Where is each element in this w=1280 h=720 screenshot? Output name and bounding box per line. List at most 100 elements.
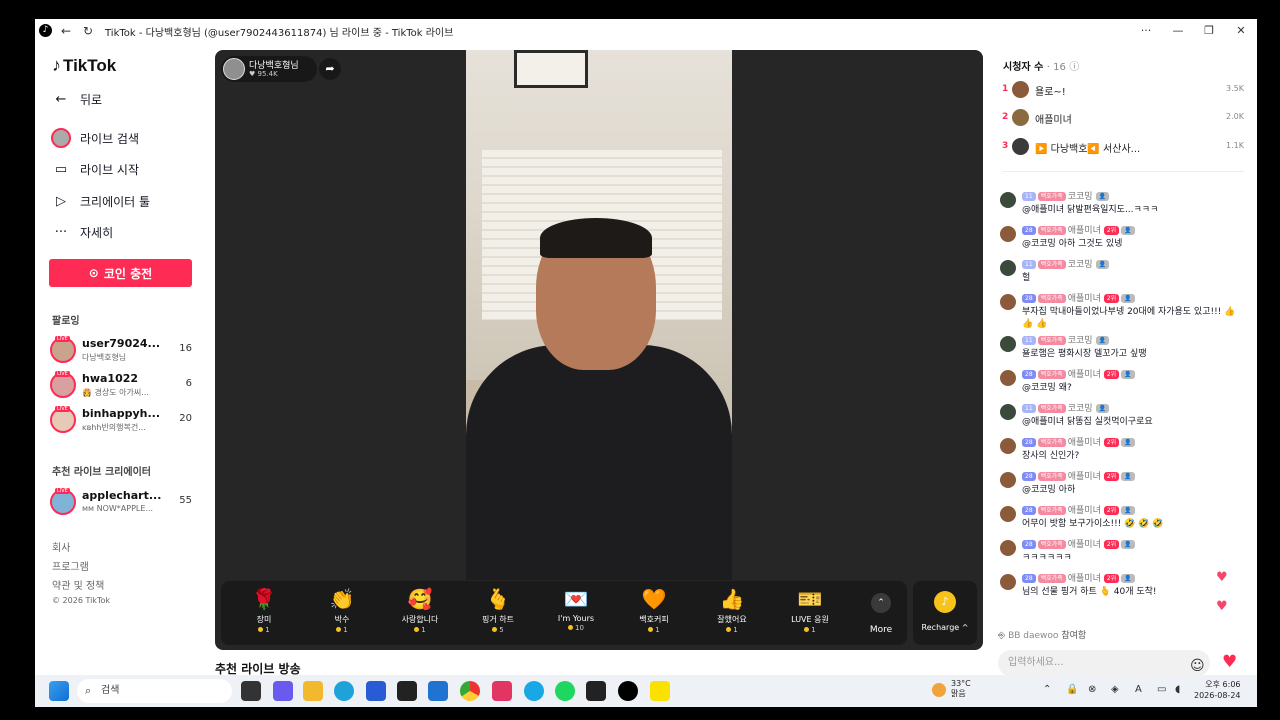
avatar[interactable]	[1000, 336, 1016, 352]
recommended-account[interactable]: LIVE applechart... ᴍᴍ NOW*APPLE... 55	[50, 487, 192, 517]
following-account[interactable]: LIVE hwa1022 👸 경상도 아가씨... 6	[50, 370, 192, 400]
chat-username[interactable]: 코코밍	[1068, 404, 1093, 414]
network-icon[interactable]: ▭	[1157, 684, 1166, 695]
font-icon[interactable]: A	[1135, 684, 1142, 695]
weather[interactable]: 33°C 맑음	[951, 679, 971, 699]
avatar[interactable]	[1000, 404, 1016, 420]
camera-icon: ▭	[54, 161, 68, 177]
gift-item[interactable]: 👏 박수 1	[307, 581, 377, 645]
reload-icon[interactable]: ↻	[77, 24, 99, 38]
info-icon[interactable]: ⓘ	[1069, 62, 1079, 73]
menu-icon[interactable]: ···	[1130, 19, 1162, 43]
gift-item[interactable]: 🥰 사랑합니다 1	[385, 581, 455, 645]
avatar[interactable]	[1000, 472, 1016, 488]
app-tray-icon[interactable]: ⊗	[1088, 684, 1096, 695]
avatar[interactable]	[1000, 192, 1016, 208]
spotify-icon[interactable]	[555, 681, 575, 701]
clock[interactable]: 오후 6:06 2026-08-24	[1194, 679, 1241, 701]
chrome-icon[interactable]	[460, 681, 480, 701]
avatar[interactable]	[1000, 226, 1016, 242]
app-icon[interactable]	[492, 681, 512, 701]
footer-link[interactable]: 회사	[52, 539, 70, 554]
chat-username[interactable]: 애플미녀	[1068, 540, 1101, 550]
volume-icon[interactable]: ◖	[1175, 684, 1180, 695]
nav-creator-tools[interactable]: ▷ 크리에이터 툴	[51, 189, 150, 213]
chat-username[interactable]: 애플미녀	[1068, 438, 1101, 448]
footer-link[interactable]: 프로그램	[52, 558, 89, 573]
gift-item[interactable]: 🫰 핑거 하트 5	[463, 581, 533, 645]
level-badge: 28	[1022, 370, 1036, 379]
top-viewer[interactable]: 1 욜로~! 3.5K	[1002, 79, 1244, 101]
following-account[interactable]: LIVE binhappyh... ᴋʙhh빈의행복건... 20	[50, 405, 192, 435]
nav-live-start[interactable]: ▭ 라이브 시작	[51, 157, 139, 181]
chevron-up-icon: ⌃	[871, 593, 891, 613]
recharge-button[interactable]: ♪ Recharge ^	[913, 581, 977, 645]
kakaotalk-icon[interactable]	[650, 681, 670, 701]
app-tray-icon[interactable]: ◈	[1111, 684, 1119, 695]
skype-icon[interactable]	[524, 681, 544, 701]
avatar[interactable]	[1000, 574, 1016, 590]
chat-username[interactable]: 애플미녀	[1068, 294, 1101, 304]
top-viewer[interactable]: 3 ▶️ 다낭백호◀️ 서산사... 1.1K	[1002, 136, 1244, 158]
chevron-up-icon[interactable]: ⌃	[1043, 684, 1051, 695]
gift-item[interactable]: 💌 I'm Yours 10	[541, 581, 611, 645]
edge-icon[interactable]	[334, 681, 354, 701]
coin-recharge-button[interactable]: ⊙ 코인 충전	[49, 259, 192, 287]
chat-text: @코코밍 아하	[1022, 485, 1076, 495]
nav-back[interactable]: ← 뒤로	[51, 87, 103, 111]
gift-item[interactable]: 🧡 백호커피 1	[619, 581, 689, 645]
emoji-icon[interactable]: ☺	[1190, 653, 1205, 675]
chat-message: 28 백호가족 애플미녀 2위 👤 ㅋㅋㅋㅋㅋㅋ	[998, 538, 1248, 568]
app-icon[interactable]	[273, 681, 293, 701]
more-icon: ···	[54, 224, 68, 240]
chat-username[interactable]: 코코밍	[1068, 192, 1093, 202]
nav-live-search[interactable]: 라이브 검색	[51, 126, 139, 150]
chat-username[interactable]: 애플미녀	[1068, 370, 1101, 380]
windows-start-icon[interactable]	[49, 681, 69, 701]
back-arrow-icon[interactable]: ←	[55, 24, 77, 38]
lock-icon[interactable]: 🔒	[1066, 684, 1078, 695]
gift-item[interactable]: 👍 잘했어요 1	[697, 581, 767, 645]
tiktok-icon[interactable]	[618, 681, 638, 701]
chat-username[interactable]: 애플미녀	[1068, 574, 1101, 584]
maximize-icon[interactable]: ❐	[1193, 19, 1225, 43]
avatar[interactable]	[1000, 370, 1016, 386]
weather-sun-icon	[932, 683, 946, 697]
live-player[interactable]: 다낭백호형님 ♥ 95.4K ➦ 🌹 장미 1 👏 박수 1 🥰 사랑합니다 1 🫰 핑거 하…	[215, 50, 983, 650]
host-info[interactable]: 다낭백호형님 ♥ 95.4K	[221, 56, 317, 82]
nav-more[interactable]: ··· 자세히	[51, 220, 113, 244]
avatar[interactable]	[1000, 540, 1016, 556]
chat-username[interactable]: 애플미녀	[1068, 472, 1101, 482]
store-icon[interactable]	[366, 681, 386, 701]
chat-message: 28 백호가족 애플미녀 2위 👤 장사의 신인가?	[998, 436, 1248, 466]
minimize-icon[interactable]: —	[1162, 19, 1194, 43]
gift-item[interactable]: 🌹 장미 1	[229, 581, 299, 645]
taskbar-search[interactable]: ⌕ 검색	[77, 679, 232, 703]
chat-username[interactable]: 애플미녀	[1068, 226, 1101, 236]
avatar[interactable]	[1000, 260, 1016, 276]
avatar[interactable]	[1000, 294, 1016, 310]
share-icon[interactable]: ➦	[319, 58, 341, 80]
avatar[interactable]	[1000, 438, 1016, 454]
tiktok-logo[interactable]: ♪ TikTok	[52, 55, 116, 76]
following-account[interactable]: LIVE user79024... 다낭백호형님 16	[50, 335, 192, 365]
close-icon[interactable]: ✕	[1225, 19, 1257, 43]
folder-icon[interactable]	[303, 681, 323, 701]
top-viewer[interactable]: 2 애플미녀 2.0K	[1002, 107, 1244, 129]
mail-icon[interactable]	[428, 681, 448, 701]
chat-username[interactable]: 코코밍	[1068, 336, 1093, 346]
app-icon[interactable]	[586, 681, 606, 701]
more-gifts-button[interactable]: ⌃ More	[861, 581, 901, 645]
chat-message: 11 백호가족 코코밍 👤 욜로햄은 평화시장 델꼬가고 싶땡	[998, 334, 1248, 364]
like-heart-icon[interactable]: ♥	[1222, 652, 1237, 672]
avatar[interactable]	[1000, 506, 1016, 522]
live-video[interactable]	[466, 50, 732, 580]
chat-username[interactable]: 애플미녀	[1068, 506, 1101, 516]
chat-input[interactable]: 입력하세요... ☺	[998, 650, 1210, 675]
footer-link[interactable]: 약관 및 정책	[52, 577, 104, 592]
gift-item[interactable]: 🎫 LUVE 응원 1	[775, 581, 845, 645]
fan-badge: 백호가족	[1037, 294, 1066, 303]
chat-username[interactable]: 코코밍	[1068, 260, 1093, 270]
task-view-icon[interactable]	[241, 681, 261, 701]
app-icon[interactable]	[397, 681, 417, 701]
